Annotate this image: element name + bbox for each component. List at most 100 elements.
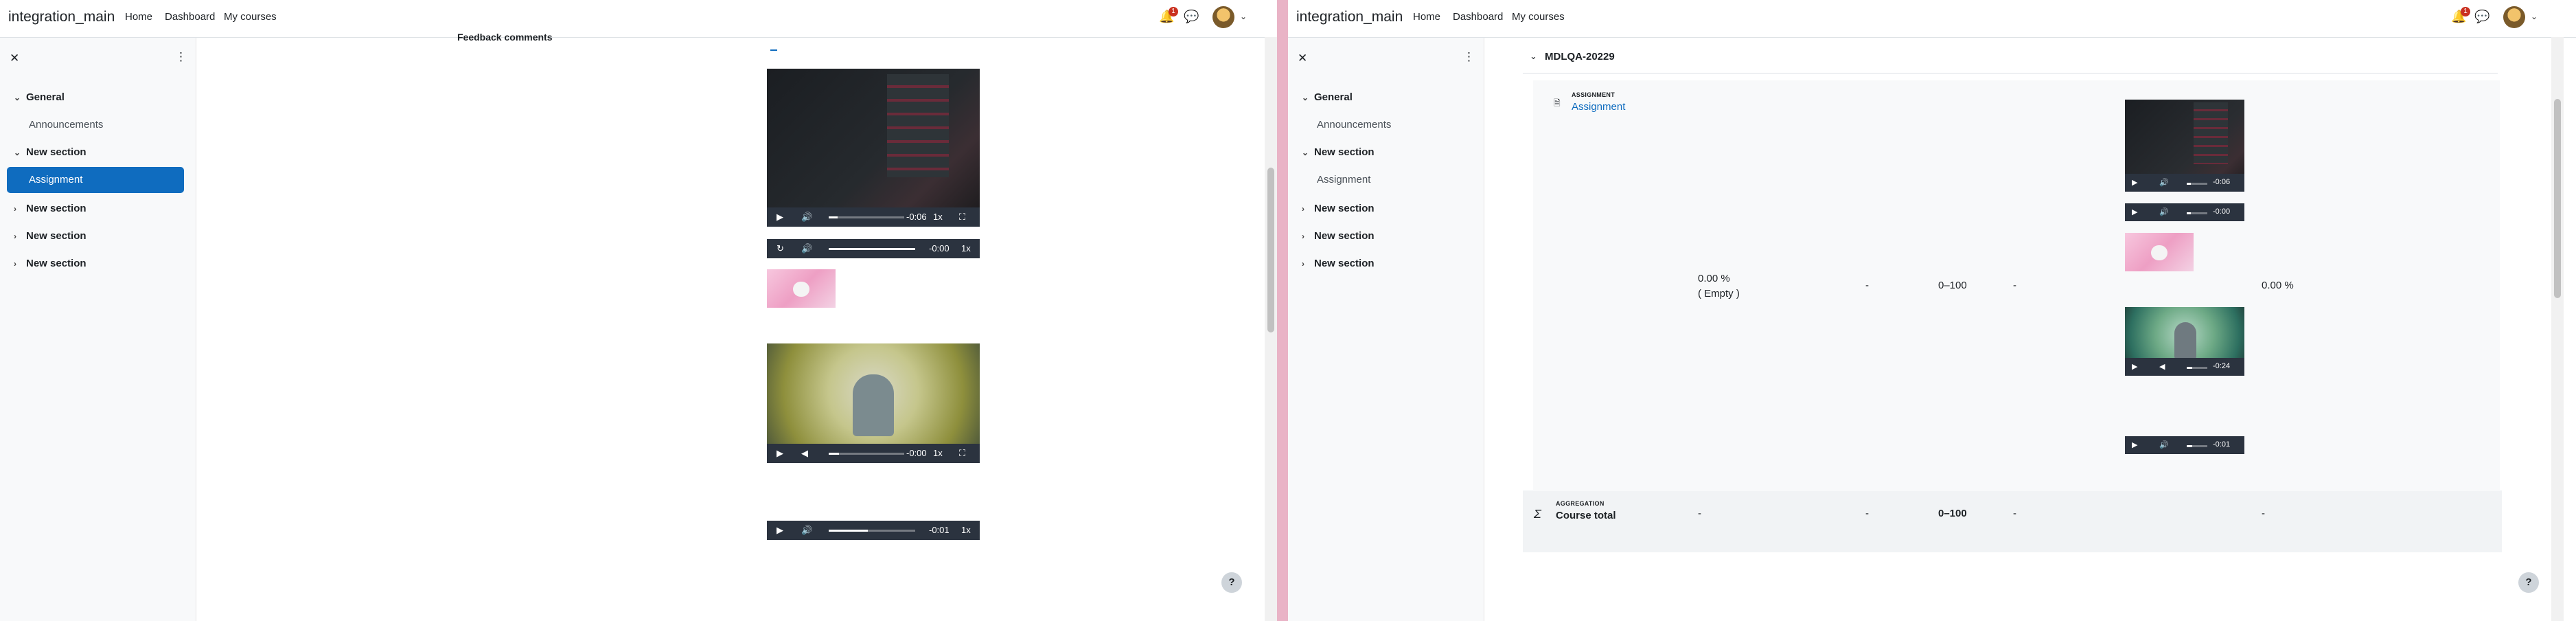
volume-icon[interactable]: 🔊: [2159, 440, 2169, 449]
grade-weight: 0.00 %: [1698, 273, 1730, 284]
chevron-down-icon[interactable]: ⌄: [1240, 12, 1247, 21]
volume-icon[interactable]: 🔊: [801, 525, 812, 536]
course-section-4[interactable]: › New section: [14, 258, 87, 269]
time-remaining: -0:00: [2213, 207, 2231, 216]
video-player[interactable]: ▶ ◀ -0:00 1x ⛶: [767, 343, 980, 463]
more-options-icon[interactable]: ⋮: [175, 50, 187, 64]
course-section-general[interactable]: ⌄ General: [14, 91, 65, 103]
course-section-1[interactable]: ⌄ New section: [1302, 146, 1375, 158]
video-frame-figure: [853, 374, 894, 436]
total-contribution: -: [2262, 508, 2265, 519]
nav-home[interactable]: Home: [125, 11, 152, 23]
grade-category-header[interactable]: ⌄ MDLQA-20229: [1523, 41, 2498, 74]
audio-player[interactable]: ▶ 🔊 -0:01: [2125, 436, 2244, 454]
chevron-down-icon: ⌄: [14, 93, 21, 102]
progress-track[interactable]: [2187, 445, 2207, 447]
audio-controls: ▶ 🔊 -0:01: [2125, 436, 2244, 454]
more-options-icon[interactable]: ⋮: [1463, 50, 1475, 64]
nav-dashboard[interactable]: Dashboard: [165, 11, 215, 23]
time-remaining: -0:06: [2213, 178, 2231, 186]
nav-my-courses[interactable]: My courses: [224, 11, 277, 23]
embedded-image: [2125, 233, 2194, 271]
close-icon[interactable]: ✕: [1298, 52, 1307, 65]
video-player[interactable]: ▶ 🔊 -0:06: [2125, 100, 2244, 192]
progress-track[interactable]: [829, 248, 915, 250]
progress-track[interactable]: [829, 530, 915, 532]
video-player[interactable]: ▶ ◀ -0:24: [2125, 307, 2244, 376]
chat-icon[interactable]: 💬: [1184, 10, 1199, 24]
chat-icon[interactable]: 💬: [2474, 10, 2489, 24]
audio-player[interactable]: ▶ 🔊 -0:00: [2125, 203, 2244, 221]
help-button[interactable]: ?: [2518, 572, 2539, 593]
grade-weight-note: ( Empty ): [1698, 288, 1740, 300]
close-icon[interactable]: ✕: [10, 52, 19, 65]
course-item-announcements[interactable]: Announcements: [29, 119, 103, 131]
playback-speed[interactable]: 1x: [961, 525, 971, 535]
playback-speed[interactable]: 1x: [933, 212, 943, 222]
progress-fill: [2187, 367, 2192, 369]
embedded-image: [767, 269, 836, 308]
scrollbar[interactable]: [2551, 37, 2564, 621]
play-icon[interactable]: ▶: [777, 448, 783, 459]
time-remaining: -0:06: [906, 212, 927, 222]
course-section-3[interactable]: › New section: [14, 230, 87, 242]
mute-icon[interactable]: ◀: [801, 448, 808, 459]
course-item-announcements[interactable]: Announcements: [1317, 119, 1391, 131]
time-remaining: -0:00: [929, 243, 950, 253]
audio-player[interactable]: ▶ 🔊 -0:01 1x: [767, 521, 980, 540]
avatar[interactable]: [1212, 6, 1234, 28]
play-icon[interactable]: ▶: [2132, 362, 2137, 371]
replay-icon[interactable]: ↻: [777, 243, 784, 254]
course-item-assignment[interactable]: Assignment: [1317, 174, 1370, 185]
scrollbar-thumb[interactable]: [2554, 99, 2561, 298]
play-icon[interactable]: ▶: [777, 212, 783, 223]
course-total-type: AGGREGATION: [1556, 500, 1605, 507]
site-brand[interactable]: integration_main: [1296, 9, 1403, 25]
site-brand[interactable]: integration_main: [8, 9, 115, 25]
playback-speed[interactable]: 1x: [933, 448, 943, 458]
play-icon[interactable]: ▶: [777, 525, 783, 536]
volume-icon[interactable]: 🔊: [801, 243, 812, 254]
progress-track[interactable]: [829, 216, 904, 218]
avatar[interactable]: [2503, 6, 2525, 28]
progress-track[interactable]: [829, 453, 904, 455]
total-weight: -: [1698, 508, 1701, 519]
scrollbar-thumb[interactable]: [1267, 168, 1274, 332]
feedback-comments-heading: Feedback comments: [457, 32, 553, 43]
audio-player[interactable]: ↻ 🔊 -0:00 1x: [767, 239, 980, 258]
play-icon[interactable]: ▶: [2132, 207, 2137, 216]
nav-dashboard[interactable]: Dashboard: [1453, 11, 1503, 23]
grade-value: -: [1865, 280, 1869, 291]
course-section-4[interactable]: › New section: [1302, 258, 1375, 269]
scrollbar[interactable]: [1265, 37, 1277, 621]
help-button[interactable]: ?: [1221, 572, 1242, 593]
volume-icon[interactable]: 🔊: [2159, 207, 2169, 216]
grade-item-row: 🗎 ASSIGNMENT Assignment 0.00 % ( Empty )…: [1533, 80, 2500, 490]
progress-track[interactable]: [2187, 367, 2207, 369]
chevron-down-icon[interactable]: ⌄: [1530, 51, 1537, 62]
playback-speed[interactable]: 1x: [961, 243, 971, 253]
progress-track[interactable]: [2187, 183, 2207, 185]
play-icon[interactable]: ▶: [2132, 440, 2137, 449]
nav-home[interactable]: Home: [1413, 11, 1440, 23]
nav-my-courses[interactable]: My courses: [1512, 11, 1565, 23]
mute-icon[interactable]: ◀: [2159, 362, 2165, 371]
video-player[interactable]: ▶ 🔊 -0:06 1x ⛶: [767, 69, 980, 227]
chevron-down-icon[interactable]: ⌄: [2531, 12, 2538, 21]
chevron-right-icon: ›: [14, 204, 16, 214]
play-icon[interactable]: ▶: [2132, 178, 2137, 187]
course-item-assignment-active[interactable]: Assignment: [7, 167, 184, 193]
course-section-1[interactable]: ⌄ New section: [14, 146, 87, 158]
volume-icon[interactable]: 🔊: [801, 212, 812, 223]
time-remaining: -0:24: [2213, 362, 2231, 370]
course-section-2[interactable]: › New section: [1302, 203, 1375, 214]
course-section-general[interactable]: ⌄ General: [1302, 91, 1353, 103]
fullscreen-icon[interactable]: ⛶: [959, 212, 965, 223]
chevron-right-icon: ›: [14, 232, 16, 241]
grade-item-link[interactable]: Assignment: [1572, 101, 1625, 113]
course-section-2[interactable]: › New section: [14, 203, 87, 214]
course-section-3[interactable]: › New section: [1302, 230, 1375, 242]
fullscreen-icon[interactable]: ⛶: [959, 448, 965, 459]
progress-track[interactable]: [2187, 212, 2207, 214]
volume-icon[interactable]: 🔊: [2159, 178, 2169, 187]
